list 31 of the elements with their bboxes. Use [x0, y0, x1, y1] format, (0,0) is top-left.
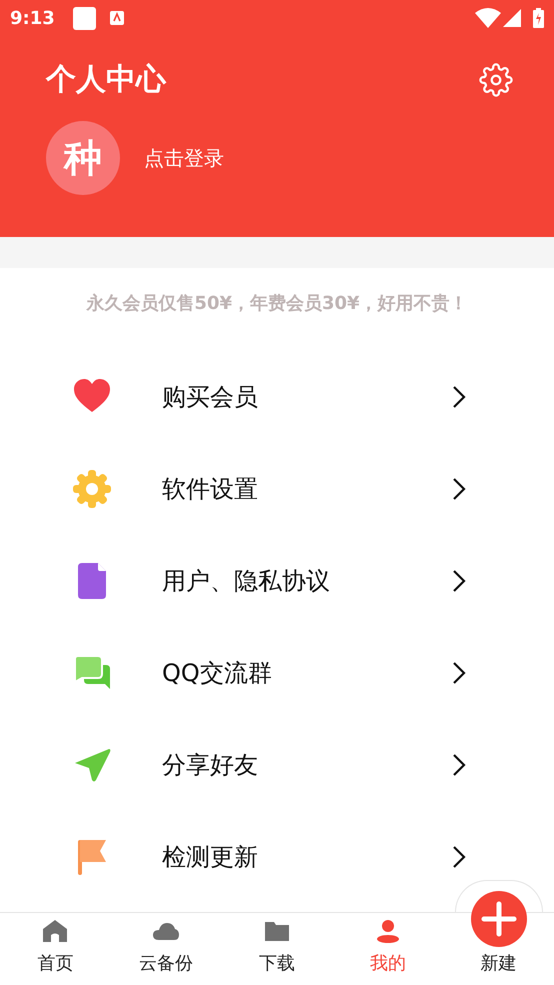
- chevron-right-icon: [452, 385, 466, 409]
- chevron-right-icon: [452, 569, 466, 593]
- menu-item[interactable]: 检测更新: [0, 811, 554, 903]
- chevron-right-icon: [452, 661, 466, 685]
- add-button-icon[interactable]: [471, 891, 527, 947]
- status-time: 9:13: [10, 6, 55, 30]
- chevron-right-icon: [452, 753, 466, 777]
- settings-button[interactable]: [478, 62, 514, 98]
- gear-icon: [72, 469, 112, 509]
- signal-icon: [503, 9, 521, 27]
- chevron-right-icon: [452, 845, 466, 869]
- nav-tab[interactable]: 云备份: [110, 913, 222, 985]
- menu-item[interactable]: 软件设置: [0, 443, 554, 535]
- settings-icon: [479, 63, 513, 97]
- nav-tab[interactable]: 我的: [332, 913, 444, 985]
- promo-text: 永久会员仅售50¥，年费会员30¥，好用不贵！: [86, 292, 468, 316]
- wifi-icon: [475, 8, 501, 28]
- battery-icon: [533, 8, 544, 28]
- menu-item[interactable]: 分享好友: [0, 719, 554, 811]
- nav-tab[interactable]: 新建: [480, 950, 517, 977]
- nav-tab[interactable]: 下载: [222, 913, 332, 985]
- login-link[interactable]: 点击登录: [144, 143, 224, 173]
- chevron-right-icon: [452, 477, 466, 501]
- home-icon: [41, 918, 70, 944]
- nav-tab[interactable]: 首页: [0, 913, 111, 985]
- menu-item[interactable]: 用户、隐私协议: [0, 535, 554, 627]
- notification-icon: [72, 6, 96, 30]
- page-title: 个人中心: [46, 65, 166, 95]
- menu-item[interactable]: 购买会员: [0, 351, 554, 443]
- menu-item[interactable]: QQ交流群: [0, 627, 554, 719]
- notification-icon: [110, 11, 124, 25]
